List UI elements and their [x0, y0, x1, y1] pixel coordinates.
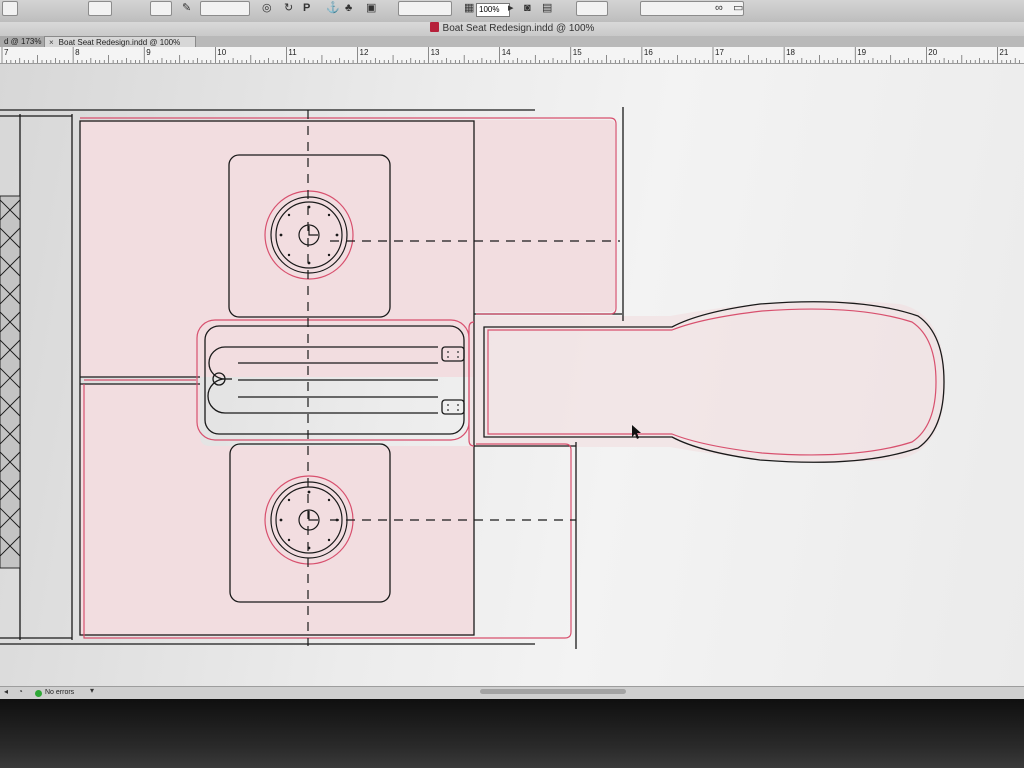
- ruler-label: 10: [217, 48, 226, 57]
- value-field[interactable]: [200, 1, 250, 16]
- spacing-stepper[interactable]: [150, 1, 172, 16]
- preflight-status-icon: [35, 690, 42, 697]
- style-select[interactable]: [640, 1, 744, 16]
- ruler-label: 13: [431, 48, 440, 57]
- status-bar: ◂ ◔ No errors ▾: [0, 686, 1024, 699]
- ruler-label: 20: [928, 48, 937, 57]
- preflight-menu-chevron-icon[interactable]: ▾: [90, 684, 94, 698]
- ruler-label: 21: [999, 48, 1008, 57]
- zoom-arrow-icon[interactable]: ▸: [508, 1, 514, 15]
- layer-icon[interactable]: ▤: [542, 1, 552, 15]
- crosshatch-strip: [0, 195, 21, 569]
- opacity-icon[interactable]: ▦: [464, 1, 474, 15]
- stroke-swatch-icon[interactable]: ▣: [366, 1, 376, 15]
- stroke-weight-stepper[interactable]: [2, 1, 18, 16]
- fill-icon[interactable]: ♣: [345, 1, 352, 15]
- page-tint: [80, 120, 945, 636]
- tab-previous-document[interactable]: d @ 173%: [0, 36, 48, 47]
- paragraph-icon[interactable]: P: [303, 1, 310, 15]
- pasteboard[interactable]: [0, 64, 1024, 686]
- panel-icon[interactable]: ▭: [733, 1, 743, 15]
- ruler-label: 16: [644, 48, 653, 57]
- ruler-label: 19: [857, 48, 866, 57]
- preview-icon[interactable]: ◔: [18, 685, 23, 699]
- ruler-label: 7: [4, 48, 9, 57]
- ruler-ticks: 7 8 9 10 11 12 13 14 15 16 17 18 19 20 21: [1, 47, 1020, 63]
- ruler-label: 9: [146, 48, 151, 57]
- anchor-icon[interactable]: ⚓: [326, 1, 340, 15]
- ruler-label: 17: [715, 48, 724, 57]
- stroke-type-select[interactable]: [398, 1, 452, 16]
- link-icon[interactable]: ∞: [715, 1, 723, 15]
- align-stepper[interactable]: [88, 1, 112, 16]
- ruler-label: 18: [786, 48, 795, 57]
- ruler-label: 12: [360, 48, 369, 57]
- transform-icon[interactable]: ◎: [262, 1, 272, 15]
- corner-select[interactable]: [576, 1, 608, 16]
- horizontal-scrollbar[interactable]: [480, 689, 626, 694]
- ruler-label: 14: [502, 48, 511, 57]
- window-title: Boat Seat Redesign.indd @ 100%: [442, 23, 595, 34]
- rotate-icon[interactable]: ↻: [284, 1, 293, 15]
- tab-label: d @ 173%: [4, 37, 42, 46]
- horizontal-ruler[interactable]: 7 8 9 10 11 12 13 14 15 16 17 18 19 20 21: [0, 47, 1024, 64]
- artwork: [0, 107, 945, 649]
- indesign-document-icon: [429, 22, 439, 32]
- preflight-status[interactable]: No errors: [45, 688, 74, 698]
- monitor-bezel: [0, 699, 1024, 768]
- effects-icon[interactable]: ◙: [524, 1, 531, 15]
- ruler-label: 15: [573, 48, 582, 57]
- tab-label: Boat Seat Redesign.indd @ 100%: [58, 38, 181, 47]
- ruler-label: 8: [75, 48, 80, 57]
- control-panel: ✎ ◎ ↻ P ⚓ ♣ ▣ ▦ 100% ▸ ◙ ▤ ∞ ▭: [0, 0, 1024, 23]
- close-tab-icon[interactable]: ×: [49, 38, 54, 47]
- ruler-label: 11: [288, 48, 297, 57]
- zoom-field[interactable]: 100%: [476, 3, 510, 17]
- page-nav-icon[interactable]: ◂: [4, 685, 8, 699]
- window-title-bar: Boat Seat Redesign.indd @ 100%: [0, 22, 1024, 36]
- eraser-icon[interactable]: ✎: [182, 1, 191, 15]
